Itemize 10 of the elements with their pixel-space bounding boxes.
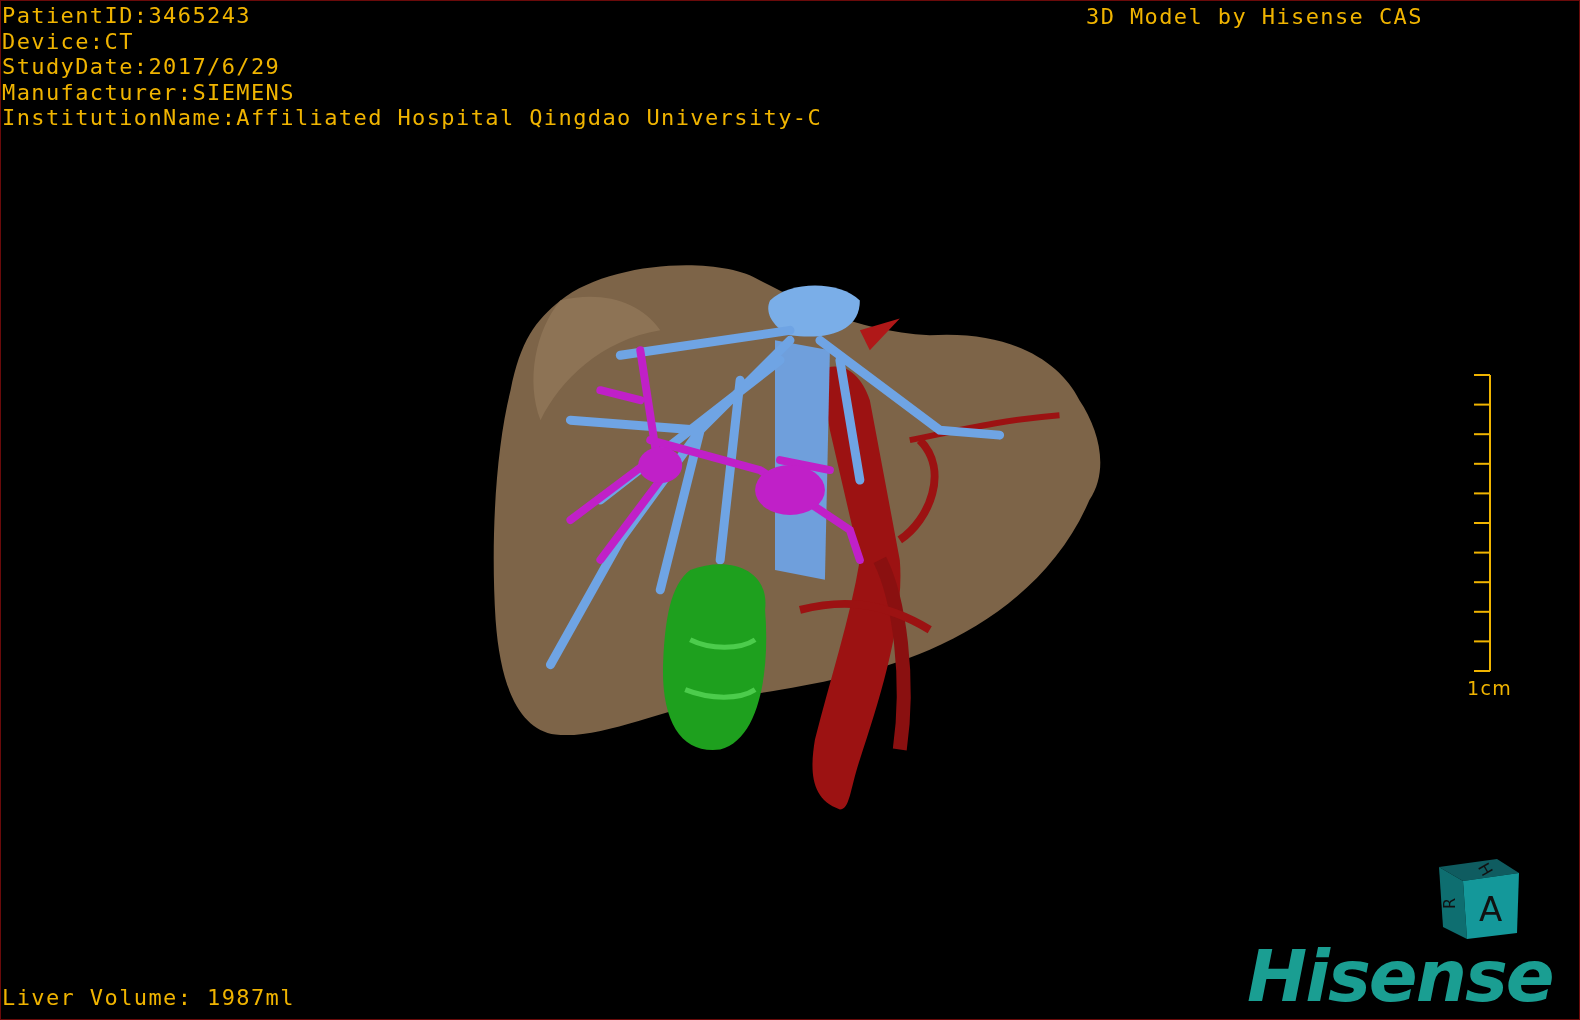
- scale-label: 1cm: [1467, 677, 1513, 699]
- model-title-text: 3D Model by Hisense CAS: [1086, 4, 1423, 30]
- brand-logo: Hisense: [1247, 936, 1553, 1016]
- liver-volume-text: Liver Volume: 1987ml: [2, 985, 295, 1011]
- patient-info-text: StudyDate:2017/6/29: [2, 54, 281, 80]
- patient-info-text: Manufacturer:SIEMENS: [2, 79, 295, 105]
- patient-info-text: Device:CT: [2, 28, 134, 54]
- orientation-cube[interactable]: H R A: [1437, 847, 1531, 939]
- patient-info-text: InstitutionName:Affiliated Hospital Qingdao University-C: [2, 105, 823, 131]
- patient-info-text: PatientID:3465243: [2, 3, 251, 29]
